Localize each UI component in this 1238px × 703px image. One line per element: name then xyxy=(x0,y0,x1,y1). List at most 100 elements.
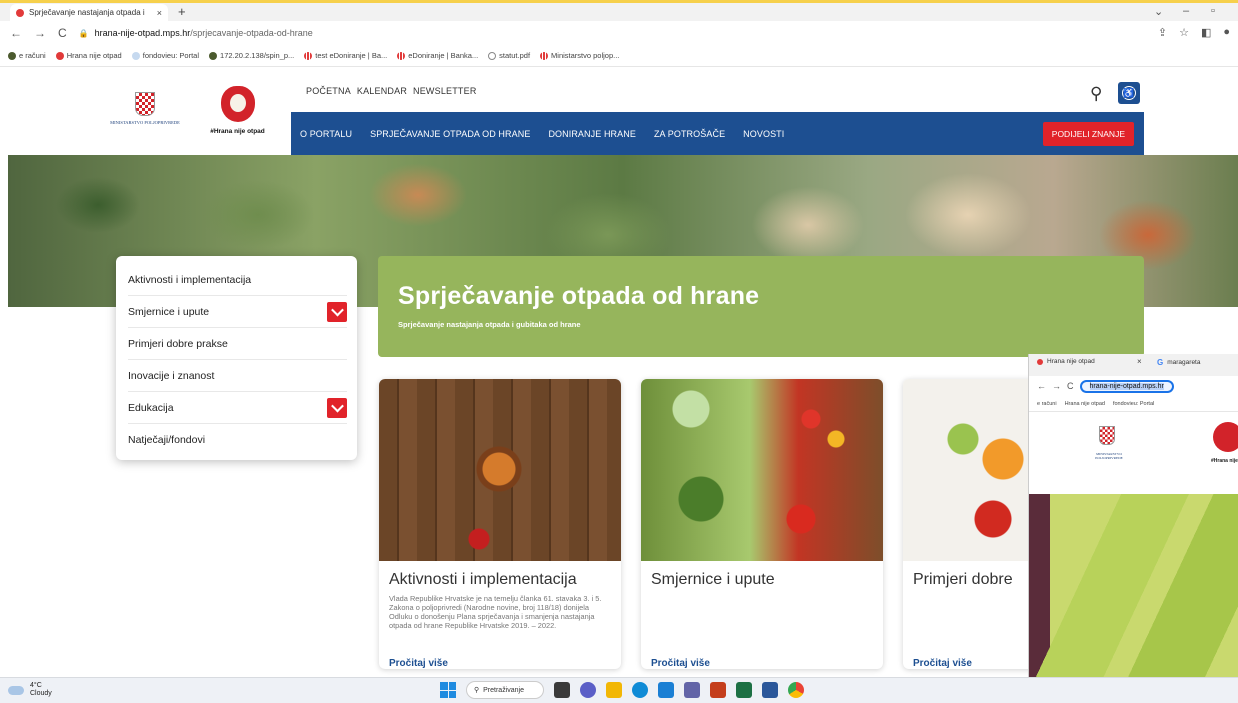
side-menu-item[interactable]: Aktivnosti i implementacija xyxy=(128,264,347,296)
apple-logo-icon xyxy=(220,86,255,122)
card-smjernice[interactable]: Smjernice i upute Pročitaj više xyxy=(641,379,883,669)
bookmark-icon xyxy=(55,51,64,60)
hrana-nije-otpad-logo[interactable]: #Hrana nije otpad xyxy=(200,86,275,135)
windows-taskbar: 4°C Cloudy ⚲ Pretraživanje xyxy=(0,677,1238,703)
file-explorer-icon[interactable] xyxy=(606,682,622,698)
read-more-link[interactable]: Pročitaj više xyxy=(651,658,710,669)
overlay-tab-2[interactable]: G maragareta xyxy=(1157,358,1200,367)
tab-list-chevron-icon[interactable]: ⌄ xyxy=(1154,5,1163,18)
top-links: POČETNA KALENDAR NEWSLETTER xyxy=(306,86,477,96)
bookmark-item[interactable]: fondovieu: Portal xyxy=(131,51,199,60)
overlay-bookmarks-bar: e računi Hrana nije otpad fondovieu: Por… xyxy=(1029,396,1238,412)
bookmark-icon xyxy=(209,51,218,60)
bookmark-item[interactable]: e računi xyxy=(8,51,46,60)
bookmark-item[interactable]: fondovieu: Portal xyxy=(1113,401,1154,407)
nav-novosti[interactable]: NOVOSTI xyxy=(743,129,784,139)
overlay-tab[interactable]: Hrana nije otpad xyxy=(1037,358,1095,365)
chevron-down-icon[interactable] xyxy=(327,301,347,322)
bookmark-item[interactable]: e računi xyxy=(1037,401,1057,407)
weather-widget[interactable]: 4°C Cloudy xyxy=(8,682,52,698)
word-icon[interactable] xyxy=(762,682,778,698)
accessibility-button[interactable]: ♿ xyxy=(1118,82,1140,104)
temperature: 4°C xyxy=(30,682,42,689)
bookmarks-bar: e računi Hrana nije otpad fondovieu: Por… xyxy=(0,45,1238,67)
bookmark-item[interactable]: statut.pdf xyxy=(488,51,530,60)
hrana-logo-text: #Hrana nije otpad xyxy=(210,128,265,135)
task-view-icon[interactable] xyxy=(554,682,570,698)
profile-icon[interactable]: ● xyxy=(1223,26,1230,39)
powerpoint-icon[interactable] xyxy=(710,682,726,698)
teams-icon[interactable] xyxy=(684,682,700,698)
share-icon[interactable]: ⇪ xyxy=(1158,26,1167,39)
side-menu-item[interactable]: Edukacija xyxy=(128,392,347,424)
reload-icon[interactable]: C xyxy=(58,26,67,40)
new-tab-button[interactable]: + xyxy=(178,4,186,19)
url-path: /sprjecavanje-otpada-od-hrane xyxy=(190,28,313,38)
overlay-address-bar: ← → C hrana-nije-otpad.mps.hr xyxy=(1029,376,1238,396)
bookmark-icon xyxy=(8,51,16,60)
address-bar: ← → C 🔒 hrana-nije-otpad.mps.hr /sprjeca… xyxy=(0,21,1238,45)
bookmark-item[interactable]: Hrana nije otpad xyxy=(1065,401,1105,407)
top-link-pocetna[interactable]: POČETNA xyxy=(306,86,351,96)
tab-favicon-icon xyxy=(1037,358,1043,365)
bookmark-item[interactable]: Hrana nije otpad xyxy=(55,51,122,60)
share-knowledge-button[interactable]: PODIJELI ZNANJE xyxy=(1042,122,1134,146)
nav-sprjecavanje[interactable]: SPRJEČAVANJE OTPADA OD HRANE xyxy=(370,129,530,139)
reload-icon[interactable]: C xyxy=(1067,381,1074,391)
side-menu: Aktivnosti i implementacija Smjernice i … xyxy=(116,256,357,460)
overlay-url-field[interactable]: hrana-nije-otpad.mps.hr xyxy=(1079,379,1174,393)
edge-icon[interactable] xyxy=(632,682,648,698)
croatian-crest-icon xyxy=(1099,426,1115,445)
top-link-newsletter[interactable]: NEWSLETTER xyxy=(413,86,477,96)
chrome-icon[interactable] xyxy=(788,682,804,698)
forward-icon[interactable]: → xyxy=(1052,381,1061,391)
back-icon[interactable]: ← xyxy=(1037,381,1046,391)
search-icon[interactable]: ⚲ xyxy=(1090,84,1102,104)
nav-doniranje[interactable]: DONIRANJE HRANE xyxy=(548,129,636,139)
card-description: Vlada Republike Hrvatske je na temelju č… xyxy=(389,594,602,630)
card-image xyxy=(379,379,621,561)
minimize-icon[interactable]: – xyxy=(1183,5,1189,17)
tab-close-icon[interactable]: × xyxy=(157,8,162,18)
bookmark-icon xyxy=(304,51,313,60)
chat-icon[interactable] xyxy=(580,682,596,698)
overlay-url-text: hrana-nije-otpad.mps.hr xyxy=(1089,382,1164,390)
forward-icon[interactable]: → xyxy=(34,26,46,40)
taskbar-search[interactable]: ⚲ Pretraživanje xyxy=(466,681,544,699)
excel-icon[interactable] xyxy=(736,682,752,698)
start-button[interactable] xyxy=(440,682,456,698)
side-menu-item[interactable]: Natječaji/fondovi xyxy=(128,424,347,456)
nav-za-potrosace[interactable]: ZA POTROŠAČE xyxy=(654,129,725,139)
weather-condition: Cloudy xyxy=(30,690,52,697)
card-aktivnosti[interactable]: Aktivnosti i implementacija Vlada Republ… xyxy=(379,379,621,669)
page-subtitle: Sprječavanje nastajanja otpada i gubitak… xyxy=(398,320,581,329)
tab-close-icon[interactable]: × xyxy=(1137,357,1142,366)
bookmark-item[interactable]: 172.20.2.138/spin_p... xyxy=(209,51,294,60)
bookmark-item[interactable]: test eDoniranje | Ba... xyxy=(304,51,387,60)
read-more-link[interactable]: Pročitaj više xyxy=(389,658,448,669)
restore-icon[interactable]: ▫ xyxy=(1211,5,1215,17)
apple-logo-icon xyxy=(1213,422,1238,452)
overlay-ministry-text: MINISTARSTVO POLJOPRIVREDE xyxy=(1095,452,1123,460)
bookmark-star-icon[interactable]: ☆ xyxy=(1179,26,1189,39)
read-more-link[interactable]: Pročitaj više xyxy=(913,658,972,669)
side-menu-item[interactable]: Primjeri dobre prakse xyxy=(128,328,347,360)
search-icon: ⚲ xyxy=(474,687,480,694)
tab-title: Sprječavanje nastajanja otpada i xyxy=(29,8,145,17)
bookmark-item[interactable]: Ministarstvo poljop... xyxy=(540,51,619,60)
browser-tab[interactable]: Sprječavanje nastajanja otpada i × xyxy=(10,4,168,21)
chevron-down-icon[interactable] xyxy=(327,397,347,418)
back-icon[interactable]: ← xyxy=(10,26,22,40)
top-link-kalendar[interactable]: KALENDAR xyxy=(357,86,407,96)
sidebar-icon[interactable]: ◧ xyxy=(1201,26,1211,39)
side-menu-item[interactable]: Smjernice i upute xyxy=(128,296,347,328)
url-field[interactable]: 🔒 hrana-nije-otpad.mps.hr /sprjecavanje-… xyxy=(79,28,313,38)
bookmark-item[interactable]: eDoniranje | Banka... xyxy=(397,51,478,60)
overlay-logos: MINISTARSTVO POLJOPRIVREDE #Hrana nije xyxy=(1029,412,1238,494)
ministry-logo[interactable]: MINISTARSTVO POLJOPRIVREDE xyxy=(110,92,180,125)
card-title: Smjernice i upute xyxy=(651,571,775,588)
bookmark-icon xyxy=(540,51,549,60)
nav-o-portalu[interactable]: O PORTALU xyxy=(300,129,352,139)
side-menu-item[interactable]: Inovacije i znanost xyxy=(128,360,347,392)
outlook-icon[interactable] xyxy=(658,682,674,698)
